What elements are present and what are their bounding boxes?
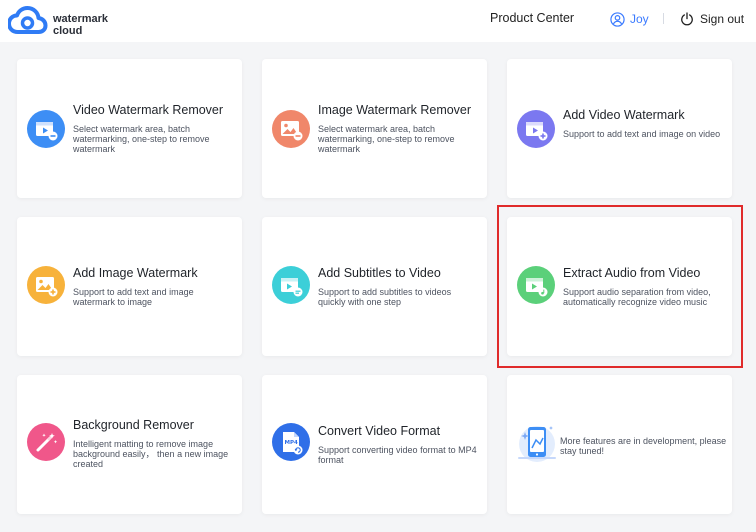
cloud-logo-icon [7, 6, 48, 34]
card-background-remover[interactable]: Background Remover Intelligent matting t… [17, 375, 242, 514]
card-add-video-watermark[interactable]: Add Video Watermark Support to add text … [507, 59, 732, 198]
card-description: Support to add text and image watermark … [73, 287, 194, 307]
card-title: Video Watermark Remover [73, 103, 224, 117]
extract-audio-icon [517, 266, 555, 304]
card-description: Intelligent matting to remove image back… [73, 439, 229, 469]
card-in-development: More features are in development, please… [507, 375, 732, 514]
nav-divider [663, 13, 664, 24]
add-image-watermark-icon [27, 266, 65, 304]
card-description: Select watermark area, batch watermarkin… [73, 124, 210, 154]
logo-text: watermark cloud [53, 13, 108, 37]
card-extract-audio-from-video[interactable]: Extract Audio from Video Support audio s… [507, 217, 732, 356]
card-title: Add Subtitles to Video [318, 266, 441, 280]
card-video-watermark-remover[interactable]: Video Watermark Remover Select watermark… [17, 59, 242, 198]
card-description: Support audio separation from video, aut… [563, 287, 711, 307]
power-icon [681, 12, 693, 26]
card-description: Support converting video format to MP4 f… [318, 445, 477, 465]
user-menu[interactable]: Joy [610, 10, 649, 28]
card-title: Extract Audio from Video [563, 266, 701, 280]
sign-out-label: Sign out [700, 12, 745, 26]
card-title: Add Video Watermark [563, 108, 685, 122]
card-title: Convert Video Format [318, 424, 441, 438]
add-video-watermark-icon [517, 110, 555, 148]
top-header: watermark cloud Product Center Joy Sign … [0, 0, 756, 42]
card-image-watermark-remover[interactable]: Image Watermark Remover Select watermark… [262, 59, 487, 198]
card-title: Background Remover [73, 418, 194, 432]
svg-text:MP4: MP4 [285, 440, 299, 446]
background-remover-icon [27, 423, 65, 461]
add-subtitles-icon [272, 266, 310, 304]
logo-line2: cloud [53, 25, 83, 37]
video-watermark-remover-icon [27, 110, 65, 148]
watermark-cloud-logo[interactable]: watermark cloud [7, 6, 118, 37]
card-description: Support to add text and image on video [563, 129, 721, 139]
logo-line1: watermark [53, 13, 109, 25]
card-title: Add Image Watermark [73, 266, 198, 280]
card-convert-video-format[interactable]: MP4 Convert Video Format Support convert… [262, 375, 487, 514]
card-title: Image Watermark Remover [318, 103, 472, 117]
user-name: Joy [630, 12, 649, 26]
sign-out-button[interactable]: Sign out [680, 10, 744, 28]
image-watermark-remover-icon [272, 110, 310, 148]
card-description: Support to add subtitles to videos quick… [318, 287, 452, 307]
product-center-link[interactable]: Product Center [490, 11, 574, 25]
in-development-illustration-icon [518, 426, 556, 462]
in-development-text: More features are in development, please… [560, 436, 727, 456]
card-add-image-watermark[interactable]: Add Image Watermark Support to add text … [17, 217, 242, 356]
user-icon [610, 11, 625, 27]
card-add-subtitles-to-video[interactable]: Add Subtitles to Video Support to add su… [262, 217, 487, 356]
card-description: Select watermark area, batch watermarkin… [318, 124, 455, 154]
convert-video-format-icon: MP4 [272, 423, 310, 461]
